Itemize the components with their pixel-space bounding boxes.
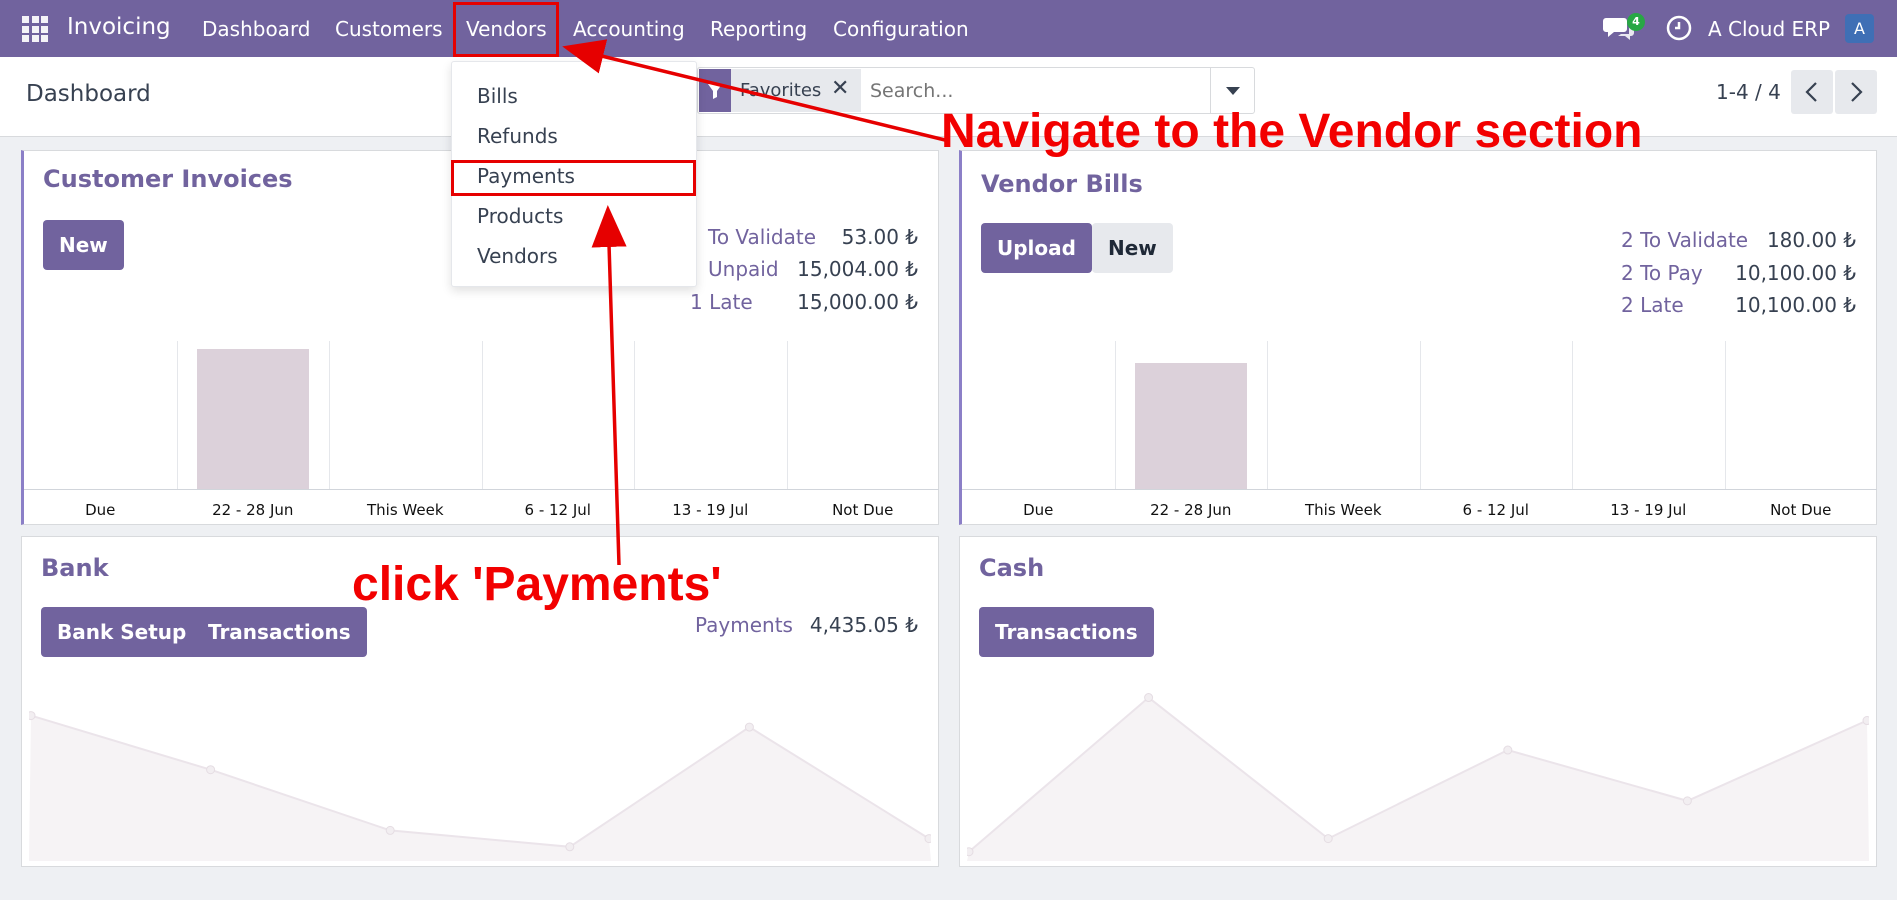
arrow-to-vendors — [562, 39, 946, 142]
arrow-to-payments — [591, 205, 627, 566]
click-annotation: click 'Payments' — [352, 558, 722, 611]
navigate-annotation: Navigate to the Vendor section — [941, 105, 1643, 158]
